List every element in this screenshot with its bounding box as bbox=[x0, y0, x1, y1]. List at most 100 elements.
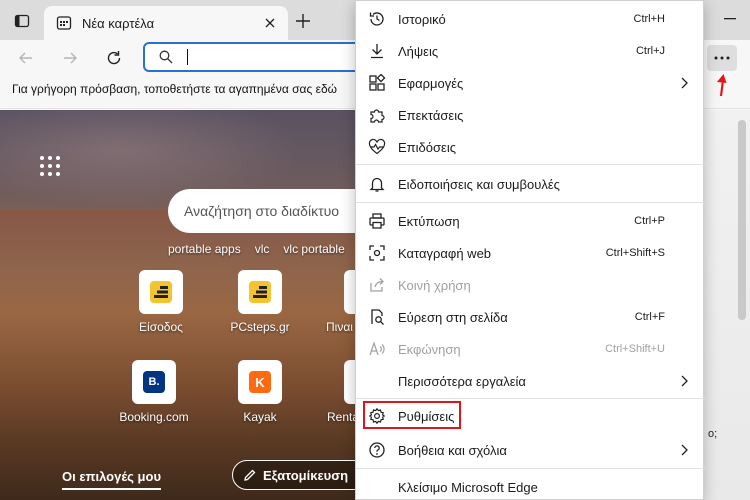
tile-label: Booking.com bbox=[119, 410, 189, 424]
web-search-placeholder: Αναζήτηση στο διαδίκτυο bbox=[184, 203, 340, 219]
site-tile[interactable]: Είσοδος bbox=[116, 270, 206, 334]
pen-icon bbox=[244, 469, 256, 481]
tab-title: Νέα καρτέλα bbox=[82, 15, 155, 31]
tile-label: Πιναι bbox=[326, 320, 353, 334]
customize-label: Εξατομίκευση bbox=[263, 467, 349, 483]
customize-button[interactable]: Εξατομίκευση bbox=[232, 460, 362, 490]
tile-icon: B. bbox=[132, 360, 176, 404]
menu-item-shortcut: Ctrl+H bbox=[633, 13, 665, 25]
menu-item-label: Βοήθεια και σχόλια bbox=[398, 443, 507, 458]
menu-item-shortcut: Ctrl+F bbox=[634, 311, 665, 323]
tile-icon bbox=[139, 270, 183, 314]
web-capture-icon bbox=[369, 245, 385, 261]
refresh-icon bbox=[107, 51, 121, 65]
forward-button[interactable] bbox=[56, 44, 84, 72]
menu-separator bbox=[356, 398, 705, 399]
tab-actions-icon bbox=[14, 14, 30, 28]
menu-item-performance[interactable]: Επιδόσεις bbox=[356, 131, 705, 163]
menu-item-downloads[interactable]: Λήψεις Ctrl+J bbox=[356, 35, 705, 67]
back-button[interactable] bbox=[12, 44, 40, 72]
menu-item-label: Εύρεση στη σελίδα bbox=[398, 310, 508, 325]
menu-item-label: Καταγραφή web bbox=[398, 246, 492, 261]
menu-item-shortcut: Ctrl+J bbox=[635, 45, 665, 57]
print-icon bbox=[369, 213, 385, 229]
menu-item-label: Ειδοποιήσεις και συμβουλές bbox=[398, 177, 560, 192]
menu-item-label: Ιστορικό bbox=[398, 12, 446, 27]
menu-item-label: Κοινή χρήση bbox=[398, 278, 471, 293]
share-icon bbox=[370, 278, 384, 292]
tile-icon bbox=[238, 270, 282, 314]
menu-item-close-edge[interactable]: Κλείσιμο Microsoft Edge bbox=[356, 471, 705, 500]
menu-item-print[interactable]: Εκτύπωση Ctrl+P bbox=[356, 205, 705, 237]
menu-item-shortcut: Ctrl+Shift+S bbox=[605, 247, 665, 259]
menu-item-share[interactable]: Κοινή χρήση bbox=[356, 269, 705, 301]
favorites-bar-hint: Για γρήγορη πρόσβαση, τοποθετήστε τα αγα… bbox=[12, 82, 338, 96]
address-bar[interactable] bbox=[143, 42, 363, 72]
chevron-right-icon bbox=[681, 444, 688, 456]
active-tab[interactable]: Νέα καρτέλα bbox=[44, 6, 288, 40]
site-tile[interactable]: PCsteps.gr bbox=[215, 270, 305, 334]
right-edge-text: o; bbox=[708, 428, 718, 440]
quick-link[interactable]: vlc portable bbox=[283, 242, 344, 256]
menu-item-label: Επεκτάσεις bbox=[398, 108, 464, 123]
settings-highlight-box bbox=[363, 401, 461, 429]
new-tab-button[interactable] bbox=[290, 8, 316, 34]
menu-item-label: Περισσότερα εργαλεία bbox=[398, 374, 526, 389]
close-icon bbox=[265, 18, 275, 28]
text-caret bbox=[187, 49, 188, 65]
menu-item-shortcut: Ctrl+P bbox=[634, 215, 665, 227]
tile-label: Είσοδος bbox=[139, 320, 183, 334]
minimize-button[interactable] bbox=[718, 10, 742, 28]
site-tile[interactable]: K Kayak bbox=[215, 360, 305, 424]
menu-separator bbox=[356, 202, 705, 203]
forward-icon bbox=[64, 52, 77, 64]
back-icon bbox=[19, 52, 32, 64]
performance-icon bbox=[368, 138, 386, 155]
find-icon bbox=[371, 309, 384, 325]
download-icon bbox=[371, 44, 383, 59]
settings-and-more-button[interactable] bbox=[707, 45, 737, 71]
kayak-logo-icon: K bbox=[249, 371, 271, 393]
pcsteps-logo-icon bbox=[150, 281, 172, 303]
web-search-input[interactable]: Αναζήτηση στο διαδίκτυο bbox=[168, 189, 368, 233]
menu-item-read-aloud[interactable]: Εκφώνηση Ctrl+Shift+U bbox=[356, 333, 705, 365]
tab-actions-button[interactable] bbox=[8, 8, 36, 34]
tile-label: PCsteps.gr bbox=[230, 320, 290, 334]
refresh-button[interactable] bbox=[100, 44, 128, 72]
site-tile[interactable]: Renta bbox=[300, 360, 360, 424]
menu-item-help-feedback[interactable]: Βοήθεια και σχόλια bbox=[356, 434, 705, 466]
extensions-icon bbox=[370, 109, 385, 123]
tile-icon: K bbox=[238, 360, 282, 404]
apps-grid-button[interactable] bbox=[40, 156, 62, 178]
apps-icon bbox=[369, 74, 386, 91]
menu-item-notifications[interactable]: Ειδοποιήσεις και συμβουλές bbox=[356, 168, 705, 200]
menu-separator bbox=[356, 164, 705, 165]
menu-item-label: Εκτύπωση bbox=[398, 214, 460, 229]
chevron-right-icon bbox=[681, 77, 688, 89]
scrollbar[interactable] bbox=[738, 120, 746, 320]
menu-item-label: Εφαρμογές bbox=[398, 76, 464, 91]
close-tab-button[interactable] bbox=[260, 13, 280, 33]
site-tile[interactable]: B. Booking.com bbox=[109, 360, 199, 424]
menu-item-more-tools[interactable]: Περισσότερα εργαλεία bbox=[356, 365, 705, 397]
history-icon bbox=[369, 12, 384, 26]
quick-link[interactable]: portable apps bbox=[168, 242, 241, 256]
menu-item-apps[interactable]: Εφαρμογές bbox=[356, 67, 705, 99]
menu-item-web-capture[interactable]: Καταγραφή web Ctrl+Shift+S bbox=[356, 237, 705, 269]
menu-item-find-on-page[interactable]: Εύρεση στη σελίδα Ctrl+F bbox=[356, 301, 705, 333]
newtab-favicon-icon bbox=[56, 16, 72, 30]
menu-separator bbox=[356, 468, 705, 469]
menu-item-label: Λήψεις bbox=[398, 44, 439, 59]
menu-item-label: Επιδόσεις bbox=[398, 140, 456, 155]
site-tile[interactable]: Πιναι bbox=[300, 270, 360, 334]
pcsteps-logo-icon bbox=[249, 281, 271, 303]
minimize-icon bbox=[724, 18, 736, 20]
red-arrow-annotation bbox=[717, 74, 727, 97]
plus-icon bbox=[296, 14, 310, 28]
more-icon bbox=[714, 56, 730, 60]
quick-link[interactable]: vlc bbox=[255, 242, 270, 256]
my-choices-tab[interactable]: Οι επιλογές μου bbox=[62, 469, 162, 490]
menu-item-extensions[interactable]: Επεκτάσεις bbox=[356, 99, 705, 131]
menu-item-history[interactable]: Ιστορικό Ctrl+H bbox=[356, 3, 705, 35]
tile-label: Kayak bbox=[243, 410, 277, 424]
